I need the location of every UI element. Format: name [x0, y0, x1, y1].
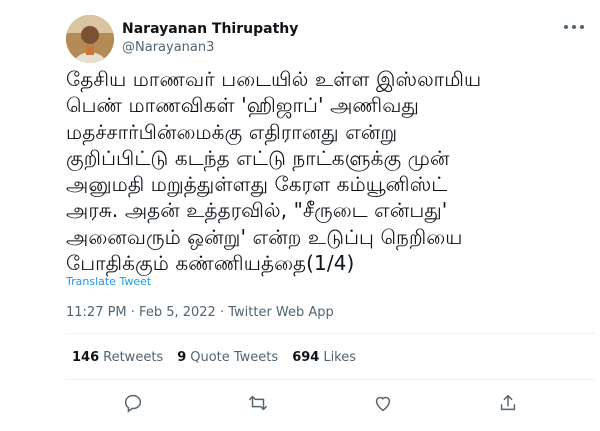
tweet: Narayanan Thirupathy @Narayanan3 தேசிய ம…	[0, 0, 600, 431]
tweet-timestamp[interactable]: 11:27 PM · Feb 5, 2022 · Twitter Web App	[66, 305, 334, 320]
tweet-text: தேசிய மாணவர் படையில் உள்ள இஸ்லாமிய பெண் …	[66, 67, 482, 276]
likes-count: 694	[292, 350, 320, 365]
divider	[66, 379, 596, 380]
quote-tweets-label: Quote Tweets	[190, 350, 279, 365]
dot	[572, 25, 576, 29]
divider	[66, 333, 596, 334]
likes-label: Likes	[323, 350, 357, 365]
retweets-count: 146	[72, 350, 100, 365]
reply-icon[interactable]	[122, 392, 146, 414]
avatar[interactable]	[66, 15, 114, 63]
share-icon[interactable]	[497, 392, 521, 414]
quote-tweets-count: 9	[177, 350, 187, 365]
more-icon[interactable]	[562, 22, 586, 32]
like-icon[interactable]	[372, 392, 396, 414]
engagement-stats: 146 Retweets 9 Quote Tweets 694 Likes	[72, 350, 370, 365]
likes-stat[interactable]: 694 Likes	[292, 350, 356, 365]
handle[interactable]: @Narayanan3	[122, 39, 298, 57]
translate-tweet-link[interactable]: Translate Tweet	[66, 275, 151, 288]
retweet-icon[interactable]	[247, 392, 271, 414]
action-bar	[66, 386, 596, 420]
quote-tweets-stat[interactable]: 9 Quote Tweets	[177, 350, 278, 365]
dot	[564, 25, 568, 29]
display-name[interactable]: Narayanan Thirupathy	[122, 20, 298, 38]
dot	[580, 25, 584, 29]
retweets-stat[interactable]: 146 Retweets	[72, 350, 163, 365]
retweets-label: Retweets	[103, 350, 164, 365]
author-block[interactable]: Narayanan Thirupathy @Narayanan3	[122, 20, 298, 57]
